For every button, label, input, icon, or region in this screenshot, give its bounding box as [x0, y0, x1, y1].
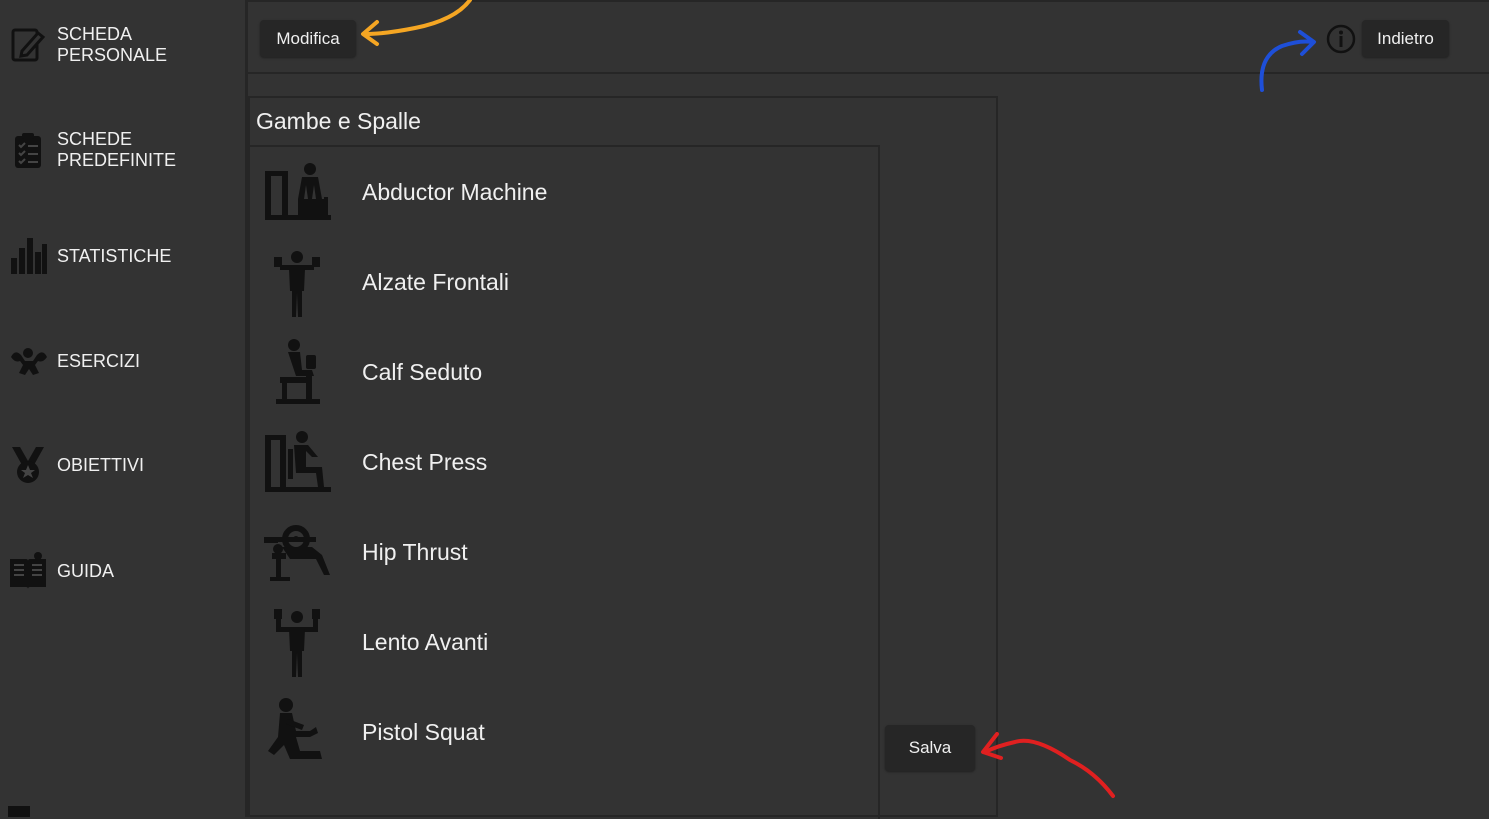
dumbbell-raise-icon [252, 242, 342, 322]
sidebar-item-label: OBIETTIVI [57, 454, 145, 475]
medal-icon [5, 442, 51, 488]
edit-document-icon [5, 22, 51, 68]
sidebar-item-label: GUIDA [57, 560, 115, 581]
list-item[interactable]: Abductor Machine [250, 147, 878, 237]
workout-title: Gambe e Spalle [256, 108, 421, 134]
list-item[interactable]: Alzate Frontali [250, 237, 878, 327]
exercise-name: Hip Thrust [362, 538, 468, 565]
back-button[interactable]: Indietro [1362, 20, 1449, 57]
sidebar-item-schede-predefinite[interactable]: SCHEDE PREDEFINITE [5, 127, 240, 173]
sidebar-item-label: SCHEDA PERSONALE [57, 24, 168, 65]
sidebar-item-scheda-personale[interactable]: SCHEDA PERSONALE [5, 22, 240, 68]
exercise-name: Abductor Machine [362, 178, 548, 205]
sidebar-item-label: ESERCIZI [57, 350, 141, 371]
info-icon[interactable] [1325, 23, 1357, 55]
clipboard-checklist-icon [5, 127, 51, 173]
book-icon [5, 548, 51, 594]
hip-thrust-icon [252, 512, 342, 592]
exercise-list[interactable]: Abductor Machine Alzate Frontali Calf Se… [250, 145, 880, 819]
exercise-name: Pistol Squat [362, 718, 485, 745]
list-item[interactable]: Pistol Squat [250, 687, 878, 777]
bar-chart-icon [5, 233, 51, 279]
abductor-machine-icon [252, 152, 342, 232]
sidebar-item-guida[interactable]: GUIDA [5, 548, 240, 594]
sidebar-item-obiettivi[interactable]: OBIETTIVI [5, 442, 240, 488]
list-item[interactable]: Chest Press [250, 417, 878, 507]
edit-button[interactable]: Modifica [260, 20, 356, 57]
exercise-name: Alzate Frontali [362, 268, 510, 295]
sidebar-partial-icon [8, 806, 30, 817]
chest-press-icon [252, 422, 342, 502]
list-item[interactable]: Hip Thrust [250, 507, 878, 597]
exercise-name: Chest Press [362, 448, 488, 475]
list-item[interactable]: Lento Avanti [250, 597, 878, 687]
list-item[interactable]: Calf Seduto [250, 327, 878, 417]
overhead-press-icon [252, 602, 342, 682]
sidebar-item-statistiche[interactable]: STATISTICHE [5, 233, 240, 279]
exercise-name: Lento Avanti [362, 628, 489, 655]
seated-calf-icon [252, 332, 342, 412]
sidebar-item-label: SCHEDE PREDEFINITE [57, 129, 177, 170]
top-toolbar [248, 0, 1489, 74]
sidebar-item-esercizi[interactable]: ESERCIZI [5, 338, 240, 384]
exercise-name: Calf Seduto [362, 358, 483, 385]
pistol-squat-icon [252, 692, 342, 772]
sidebar: SCHEDA PERSONALE SCHEDE PREDEFINITE STAT… [0, 0, 245, 817]
save-button[interactable]: Salva [885, 725, 975, 771]
sidebar-item-label: STATISTICHE [57, 245, 172, 266]
muscle-arm-icon [5, 338, 51, 384]
workout-panel: Gambe e Spalle Abductor Machine Alzate F… [248, 96, 998, 819]
